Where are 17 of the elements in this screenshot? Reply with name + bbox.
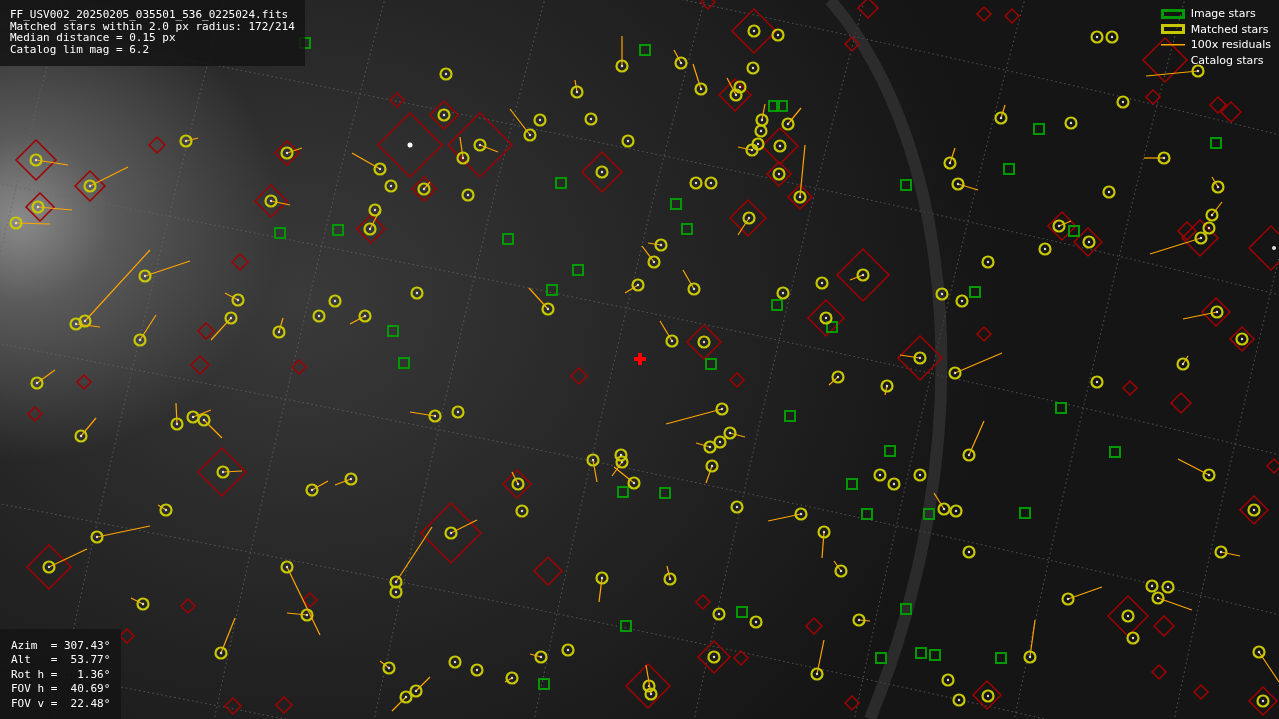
crosshair-icon <box>634 353 646 365</box>
legend-label: Matched stars <box>1190 22 1269 36</box>
legend-label: Image stars <box>1190 7 1256 21</box>
pointing-text: Azim = 307.43° <box>11 638 111 653</box>
info-text: Median distance = 0.15 px <box>10 32 176 44</box>
pointing-text: Rot h = 1.36° <box>11 667 111 682</box>
info-text: Catalog lim mag = 6.2 <box>10 43 151 55</box>
info-text: FF_USV002_20250205_035501_536_0225024.fits <box>10 9 290 21</box>
pointing-text: FOV h = 40.69° <box>11 682 111 697</box>
rectangle-outline-icon <box>1160 24 1185 35</box>
pointing-text: Alt = 53.77° <box>11 653 111 668</box>
pointing-text: FOV v = 22.48° <box>11 696 111 711</box>
info-text: Matched stars within 2.0 px radius: 172/214 <box>10 20 295 32</box>
rectangle-outline-icon <box>1160 8 1185 19</box>
legend-label: Catalog stars <box>1190 53 1264 67</box>
legend-label: 100x residuals <box>1190 38 1271 52</box>
line-icon <box>1160 43 1185 46</box>
